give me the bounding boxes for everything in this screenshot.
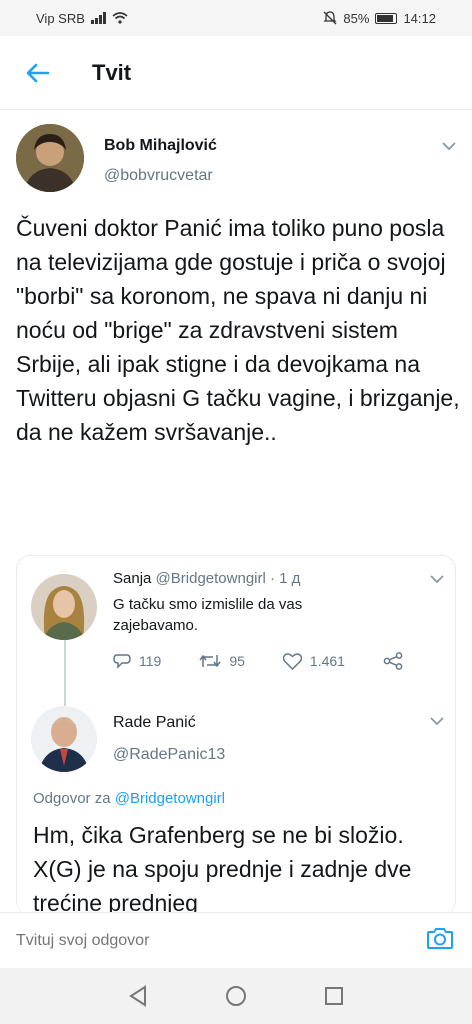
reply-to-line: Odgovor za @Bridgetowngirl	[33, 790, 225, 807]
nav-back-icon[interactable]	[128, 985, 148, 1007]
reply-thread: Sanja @Bridgetowngirl · 1 д G tačku smo …	[16, 555, 456, 915]
arrow-left-icon	[26, 63, 50, 82]
wifi-icon	[112, 12, 128, 24]
carrier-label: Vip SRB	[36, 10, 85, 26]
reply-to-handle[interactable]: @Bridgetowngirl	[115, 790, 225, 807]
reply1-text: G tačku smo izmislile da vas zajebavamo.	[113, 596, 303, 634]
clock: 14:12	[403, 10, 436, 26]
reply2-text: Hm, čika Grafenberg se ne bi složio. X(G…	[33, 822, 412, 915]
reply-action[interactable]: 119	[113, 653, 161, 670]
nav-recents-icon[interactable]	[324, 986, 344, 1006]
share-action[interactable]	[383, 652, 403, 670]
camera-icon	[427, 928, 453, 949]
battery-icon	[375, 12, 398, 24]
tweet-text: Čuveni doktor Panić ima toliko puno posl…	[16, 215, 460, 445]
reply1-time: · 1 д	[270, 570, 301, 587]
like-action[interactable]: 1.461	[282, 652, 345, 670]
battery-percent: 85%	[343, 10, 370, 26]
reply1-header[interactable]: Sanja @Bridgetowngirl · 1 д	[113, 570, 300, 587]
status-bar: Vip SRB 85% 14:12	[0, 0, 472, 36]
retweet-icon	[199, 654, 221, 668]
reply2-handle[interactable]: @RadePanic13	[113, 746, 225, 764]
reply-avatar-sanja[interactable]	[31, 574, 97, 640]
reply-to-label: Odgovor za	[33, 790, 111, 807]
retweet-count: 95	[229, 653, 245, 669]
author-name[interactable]: Bob Mihajlović	[104, 137, 217, 155]
chevron-down-icon[interactable]	[441, 141, 457, 151]
reply-input[interactable]	[16, 931, 396, 950]
system-navigation-bar	[0, 968, 472, 1024]
retweet-action[interactable]: 95	[199, 653, 245, 669]
reply-avatar-rade[interactable]	[31, 706, 97, 772]
reply2-name[interactable]: Rade Panić	[113, 714, 196, 732]
back-button[interactable]	[22, 57, 54, 89]
mute-icon	[323, 11, 337, 25]
reply1-name: Sanja	[113, 570, 152, 587]
signal-icon	[90, 12, 106, 24]
reply1-actions: 119 95 1.461	[113, 652, 403, 670]
comment-icon	[113, 653, 131, 669]
heart-icon	[282, 652, 302, 670]
reply-composer	[0, 912, 472, 968]
share-icon	[383, 652, 403, 670]
page-title: Tvit	[92, 59, 132, 85]
author-handle[interactable]: @bobvrucvetar	[104, 167, 213, 185]
author-avatar[interactable]	[16, 124, 84, 192]
chevron-down-icon[interactable]	[429, 574, 445, 584]
reply1-handle: @Bridgetowngirl	[155, 570, 266, 587]
reply-count: 119	[139, 653, 162, 669]
like-count: 1.461	[309, 653, 345, 669]
chevron-down-icon[interactable]	[429, 716, 445, 726]
camera-button[interactable]	[426, 926, 454, 955]
nav-home-icon[interactable]	[225, 985, 247, 1007]
app-bar: Tvit	[0, 36, 472, 110]
